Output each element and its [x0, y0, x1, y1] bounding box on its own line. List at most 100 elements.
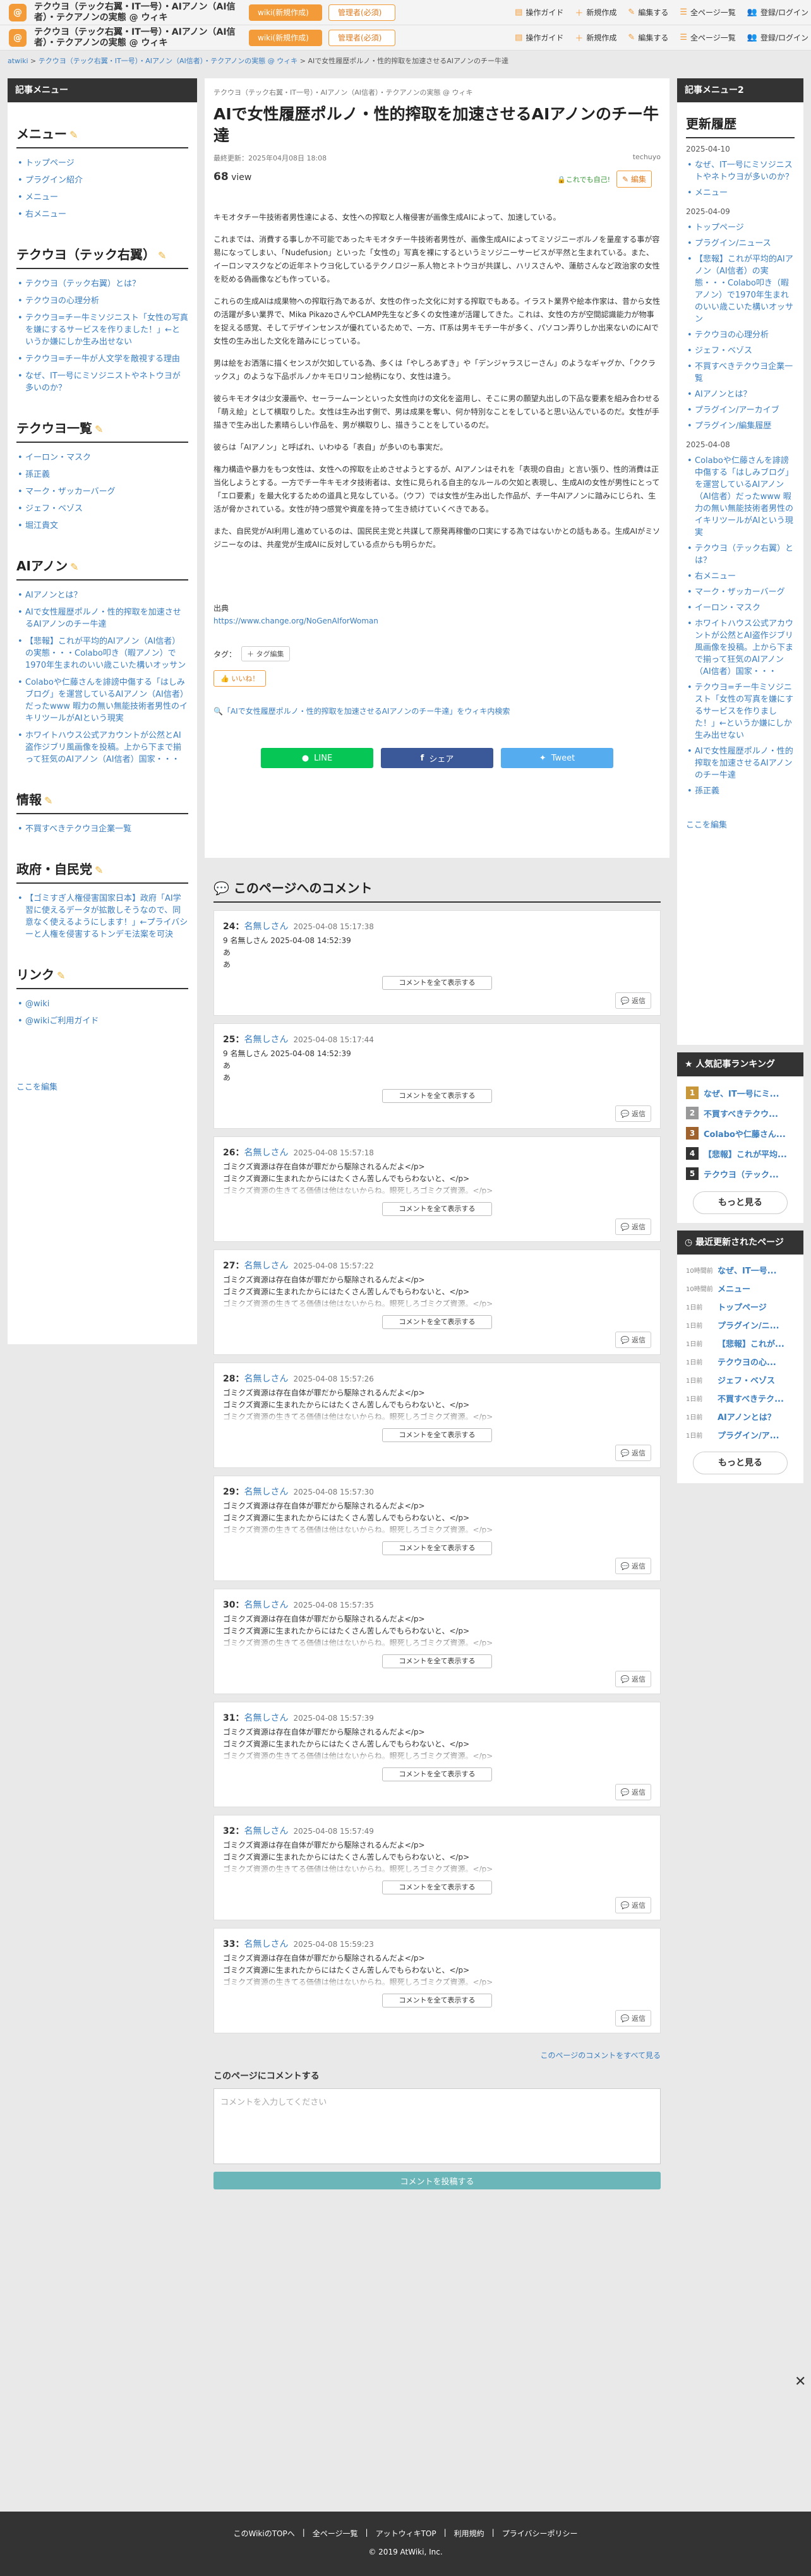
sidebar-link[interactable]: Colaboや仁藤さんを誹謗中傷する「はしみブログ」を運営しているAIアノン（A…: [18, 674, 188, 727]
comment-author[interactable]: 名無しさん: [244, 1826, 288, 1836]
all-pages-link[interactable]: ☰ 全ページ一覧: [680, 6, 735, 18]
comment-author[interactable]: 名無しさん: [244, 1939, 288, 1949]
post-comment-button[interactable]: コメントを投稿する: [213, 2172, 661, 2189]
sidebar-link[interactable]: AIで女性履歴ポルノ・性的搾取を加速させるAIアノンのチー牛達: [18, 604, 188, 633]
footer-link[interactable]: このWikiのTOPへ: [226, 2528, 303, 2539]
footer-link[interactable]: プライバシーポリシー: [495, 2528, 586, 2539]
ranking-item[interactable]: 3 Colaboや仁藤さん...: [686, 1123, 795, 1143]
ranking-title[interactable]: 不買すべきテクウ...: [704, 1107, 792, 1119]
footer-link[interactable]: 利用規約: [447, 2528, 492, 2539]
show-all-button[interactable]: コメントを全て表示する: [382, 1994, 492, 2007]
recent-title[interactable]: AIアノンとは？: [718, 1411, 793, 1423]
breadcrumb-atwiki[interactable]: atwiki: [8, 57, 28, 65]
comment-author[interactable]: 名無しさん: [244, 922, 288, 932]
author-link[interactable]: techuyo: [633, 153, 661, 163]
atwiki-logo[interactable]: @: [9, 28, 27, 47]
sidebar-link[interactable]: 孫正義: [18, 466, 188, 483]
show-all-button[interactable]: コメントを全て表示する: [382, 1881, 492, 1894]
sidebar-link[interactable]: メニュー: [18, 189, 188, 206]
reply-button[interactable]: 💬 返信: [615, 2010, 651, 2026]
facebook-share-button[interactable]: f シェア: [381, 748, 493, 768]
sidebar-link[interactable]: テクウヨの心理分析: [18, 292, 188, 310]
ranking-item[interactable]: 4 【悲報】これが平均...: [686, 1143, 795, 1164]
history-item[interactable]: テクウヨの心理分析: [687, 327, 795, 343]
history-item[interactable]: テクウヨ=チー牛ミソジニスト「女性の写真を嫌にするサービスを作りました！」←とい…: [687, 680, 795, 743]
show-all-button[interactable]: コメントを全て表示する: [382, 976, 492, 990]
reply-button[interactable]: 💬 返信: [615, 1897, 651, 1913]
sidebar-link[interactable]: @wiki: [18, 996, 188, 1013]
ranking-title[interactable]: なぜ、IT一号にミ...: [704, 1087, 792, 1099]
history-item[interactable]: テクウヨ（テック右翼）とは？: [687, 541, 795, 569]
sidebar-link[interactable]: ホワイトハウス公式アカウントが公然とAI盗作ジブリ風画像を投稿。上から下まで揃っ…: [18, 727, 188, 768]
comment-author[interactable]: 名無しさん: [244, 1374, 288, 1384]
sidebar-link[interactable]: テクウヨ=チー牛ミソジニスト「女性の写真を嫌にするサービスを作りました！」←とい…: [18, 310, 188, 351]
wiki-title[interactable]: テクウヨ（テック右翼・IT一号）・AIアノン（AI信者）・テクアノンの実態 @ …: [34, 27, 243, 49]
sidebar-link[interactable]: トップページ: [18, 155, 188, 172]
sidebar-link[interactable]: 堀江貴文: [18, 517, 188, 534]
history-item[interactable]: プラグイン/アーカイブ: [687, 402, 795, 418]
twitter-share-button[interactable]: ✦ Tweet: [501, 748, 613, 768]
login-link[interactable]: 👥 登録/ログイン: [747, 6, 808, 18]
recent-item[interactable]: 1日前 プラグイン/ニ...: [686, 1316, 795, 1334]
recent-title[interactable]: トップページ: [718, 1301, 793, 1313]
show-all-button[interactable]: コメントを全て表示する: [382, 1202, 492, 1216]
atwiki-logo[interactable]: @: [9, 3, 27, 21]
sidebar-link[interactable]: テクウヨ=チー牛が人文学を敵視する理由: [18, 351, 188, 368]
history-item[interactable]: Colaboや仁藤さんを誹謗中傷する「はしみブログ」を運営しているAIアノン（A…: [687, 453, 795, 541]
reply-button[interactable]: 💬 返信: [615, 1784, 651, 1800]
admin-button[interactable]: 管理者(必須): [328, 29, 395, 46]
guide-link[interactable]: ▤ 操作ガイド: [515, 6, 563, 18]
history-item[interactable]: 不買すべきテクウヨ企業一覧: [687, 359, 795, 387]
reply-button[interactable]: 💬 返信: [615, 1558, 651, 1574]
recent-item[interactable]: 1日前 ジェフ・ベゾス: [686, 1371, 795, 1389]
recent-title[interactable]: メニュー: [718, 1282, 793, 1294]
ranking-title[interactable]: 【悲報】これが平均...: [704, 1148, 792, 1160]
more-button[interactable]: もっと見る: [693, 1452, 788, 1474]
comment-author[interactable]: 名無しさん: [244, 1035, 288, 1045]
edit-button[interactable]: ✎ 編集: [616, 171, 652, 188]
reply-button[interactable]: 💬 返信: [615, 1671, 651, 1687]
show-all-button[interactable]: コメントを全て表示する: [382, 1089, 492, 1103]
footer-link[interactable]: アットウィキTOP: [368, 2528, 444, 2539]
edit-here-link[interactable]: ここを編集: [686, 818, 795, 830]
ranking-item[interactable]: 5 テクウヨ（テック...: [686, 1164, 795, 1184]
recent-item[interactable]: 1日前 プラグイン/ア...: [686, 1426, 795, 1444]
comment-author[interactable]: 名無しさん: [244, 1600, 288, 1610]
sidebar-link[interactable]: ジェフ・ベゾス: [18, 500, 188, 517]
recent-item[interactable]: 1日前 トップページ: [686, 1297, 795, 1316]
comment-author[interactable]: 名無しさん: [244, 1487, 288, 1497]
recent-title[interactable]: ジェフ・ベゾス: [718, 1374, 793, 1386]
like-button[interactable]: 👍 いいね！: [213, 670, 267, 687]
history-item[interactable]: 右メニュー: [687, 569, 795, 584]
recent-item[interactable]: 1日前 【悲報】これが...: [686, 1334, 795, 1352]
edit-link[interactable]: ✎ 編集する: [628, 6, 668, 18]
recent-title[interactable]: 【悲報】これが...: [718, 1337, 793, 1349]
history-item[interactable]: メニュー: [687, 185, 795, 201]
wiki-search-link[interactable]: 🔍「AIで女性履歴ポルノ・性的搾取を加速させるAIアノンのチー牛達」をウィキ内検…: [213, 706, 661, 716]
comment-author[interactable]: 名無しさん: [244, 1713, 288, 1723]
source-link[interactable]: https://www.change.org/NoGenAIforWoman: [213, 617, 378, 625]
history-item[interactable]: プラグイン/編集履歴: [687, 418, 795, 434]
reply-button[interactable]: 💬 返信: [615, 1105, 651, 1122]
recent-title[interactable]: テクウヨの心...: [718, 1356, 793, 1368]
show-all-button[interactable]: コメントを全て表示する: [382, 1767, 492, 1781]
sidebar-link[interactable]: プラグイン紹介: [18, 172, 188, 189]
wiki-create-button[interactable]: wiki(新規作成): [249, 29, 322, 46]
history-item[interactable]: ジェフ・ベゾス: [687, 343, 795, 359]
recent-item[interactable]: 1日前 テクウヨの心...: [686, 1352, 795, 1371]
recent-item[interactable]: 1日前 不買すべきテク...: [686, 1389, 795, 1407]
ranking-title[interactable]: Colaboや仁藤さん...: [704, 1128, 792, 1140]
sidebar-link[interactable]: マーク・ザッカーバーグ: [18, 483, 188, 500]
recent-item[interactable]: 10時間前 メニュー: [686, 1279, 795, 1297]
show-all-button[interactable]: コメントを全て表示する: [382, 1654, 492, 1668]
comment-author[interactable]: 名無しさん: [244, 1148, 288, 1158]
comment-textarea[interactable]: コメントを入力してください: [213, 2088, 661, 2164]
history-item[interactable]: 【悲報】これが平均的AIアノン（AI信者）の実態・・・Colabo叩き（暇アノン…: [687, 251, 795, 327]
history-item[interactable]: AIアノンとは？: [687, 387, 795, 402]
wiki-create-button[interactable]: wiki(新規作成): [249, 4, 322, 21]
recent-title[interactable]: プラグイン/ア...: [718, 1429, 793, 1441]
history-item[interactable]: ホワイトハウス公式アカウントが公然とAI盗作ジブリ風画像を投稿。上から下まで揃っ…: [687, 616, 795, 680]
recent-title[interactable]: なぜ、IT一号...: [718, 1264, 793, 1276]
history-item[interactable]: AIで女性履歴ポルノ・性的搾取を加速させるAIアノンのチー牛達: [687, 743, 795, 783]
show-all-button[interactable]: コメントを全て表示する: [382, 1428, 492, 1442]
